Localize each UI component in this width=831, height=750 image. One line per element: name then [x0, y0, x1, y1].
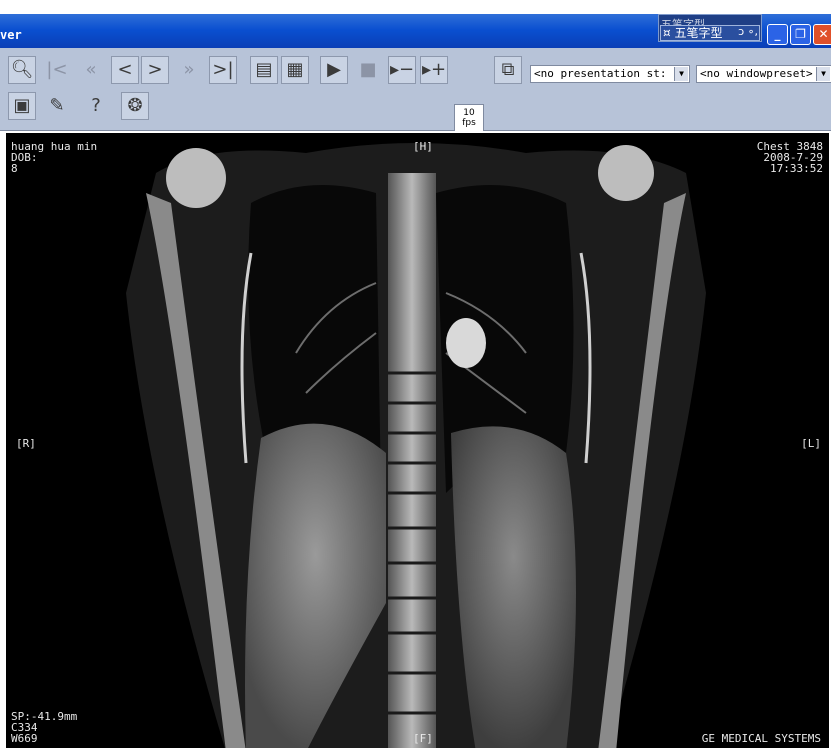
chevron-down-icon: ▼: [816, 67, 830, 81]
fps-unit: fps: [462, 118, 476, 128]
orientation-left: [R]: [16, 437, 36, 450]
title-bar: ver 五笔字型 ¤ 五笔字型 ɔ ∘, _ ❐ ✕: [0, 0, 831, 48]
settings-button[interactable]: ⧉: [494, 56, 522, 84]
window-preset-select[interactable]: <no windowpreset> ▼: [696, 65, 831, 83]
play-faster-button[interactable]: ▸+: [420, 56, 448, 84]
play-minus-icon: ▸−: [389, 59, 415, 80]
presentation-state-select[interactable]: <no presentation st: ▼: [530, 65, 690, 83]
close-icon: ✕: [818, 27, 829, 41]
window-width: W669: [11, 732, 38, 745]
play-button[interactable]: ▶: [320, 56, 348, 84]
restore-icon: ❐: [795, 27, 806, 41]
help-icon: ?: [91, 95, 101, 116]
last-image-button[interactable]: >|: [209, 56, 237, 84]
patient-field: 8: [11, 162, 18, 175]
previous-button[interactable]: <: [111, 56, 139, 84]
film-button[interactable]: ▣: [8, 92, 36, 120]
mri-scan-image: [6, 133, 829, 748]
play-plus-icon: ▸+: [421, 59, 447, 80]
chevron-down-icon: ▼: [674, 67, 688, 81]
presentation-state-value: <no presentation st:: [534, 67, 667, 80]
help-button[interactable]: ?: [82, 92, 110, 120]
magnifier-icon: 🔍︎: [10, 59, 34, 80]
restore-button[interactable]: ❐: [790, 24, 811, 45]
ge-logo-icon: ❂: [127, 95, 143, 116]
ime-toolbar[interactable]: 五笔字型 ¤ 五笔字型 ɔ ∘,: [658, 14, 762, 42]
layout-rows-icon: ▤: [255, 59, 273, 80]
skip-first-icon: |<: [46, 59, 68, 80]
image-viewport[interactable]: huang hua min DOB: 8 Chest 3848 2008-7-2…: [4, 131, 831, 750]
double-right-icon: »: [183, 59, 195, 80]
window-preset-value: <no windowpreset>: [700, 67, 813, 80]
stop-button[interactable]: ■: [354, 56, 382, 84]
skip-last-icon: >|: [212, 59, 234, 80]
layout-grid-icon: ▦: [286, 59, 304, 80]
about-button[interactable]: ❂: [121, 92, 149, 120]
annotate-button[interactable]: ✎: [43, 92, 71, 120]
orientation-top: [H]: [413, 140, 433, 153]
close-button[interactable]: ✕: [813, 24, 831, 45]
vendor-label: GE MEDICAL SYSTEMS: [701, 732, 821, 745]
fast-back-button[interactable]: «: [77, 56, 105, 84]
minimize-icon: _: [774, 27, 781, 41]
patient-info: huang hua min DOB: 8: [11, 141, 97, 174]
study-time: 17:33:52: [770, 162, 823, 175]
toolbar: 🔍︎ |< « < > » >| ▤ ▦ ▶ ■ ▸− ▸+ 10 fps ⧉ …: [0, 48, 831, 134]
chevron-down-icon: ¤: [663, 26, 671, 40]
edit-icon: ✎: [49, 95, 65, 116]
chevron-left-icon: <: [117, 59, 133, 80]
play-slower-button[interactable]: ▸−: [388, 56, 416, 84]
study-info: Chest 3848 2008-7-29 17:33:52: [757, 141, 823, 174]
puzzle-icon: ⧉: [501, 59, 515, 80]
fps-value: 10: [463, 108, 475, 118]
fast-forward-button[interactable]: »: [175, 56, 203, 84]
dob-label: DOB:: [11, 151, 38, 164]
next-button[interactable]: >: [141, 56, 169, 84]
magnify-button[interactable]: 🔍︎: [8, 56, 36, 84]
layout-rows-button[interactable]: ▤: [250, 56, 278, 84]
window-title: ver: [0, 28, 22, 42]
film-icon: ▣: [13, 95, 31, 116]
ime-mode-label: 五笔字型: [674, 26, 723, 40]
minimize-button[interactable]: _: [767, 24, 788, 45]
play-icon: ▶: [327, 59, 341, 80]
layout-grid-button[interactable]: ▦: [281, 56, 309, 84]
orientation-right: [L]: [801, 437, 821, 450]
ime-extra-icons: ɔ ∘,: [738, 25, 758, 38]
double-left-icon: «: [85, 59, 97, 80]
first-image-button[interactable]: |<: [43, 56, 71, 84]
stop-icon: ■: [359, 59, 377, 80]
fps-indicator[interactable]: 10 fps: [454, 104, 484, 134]
chevron-right-icon: >: [147, 59, 163, 80]
orientation-bottom: [F]: [413, 732, 433, 745]
acquisition-info: SP:-41.9mm C334 W669: [11, 711, 77, 744]
